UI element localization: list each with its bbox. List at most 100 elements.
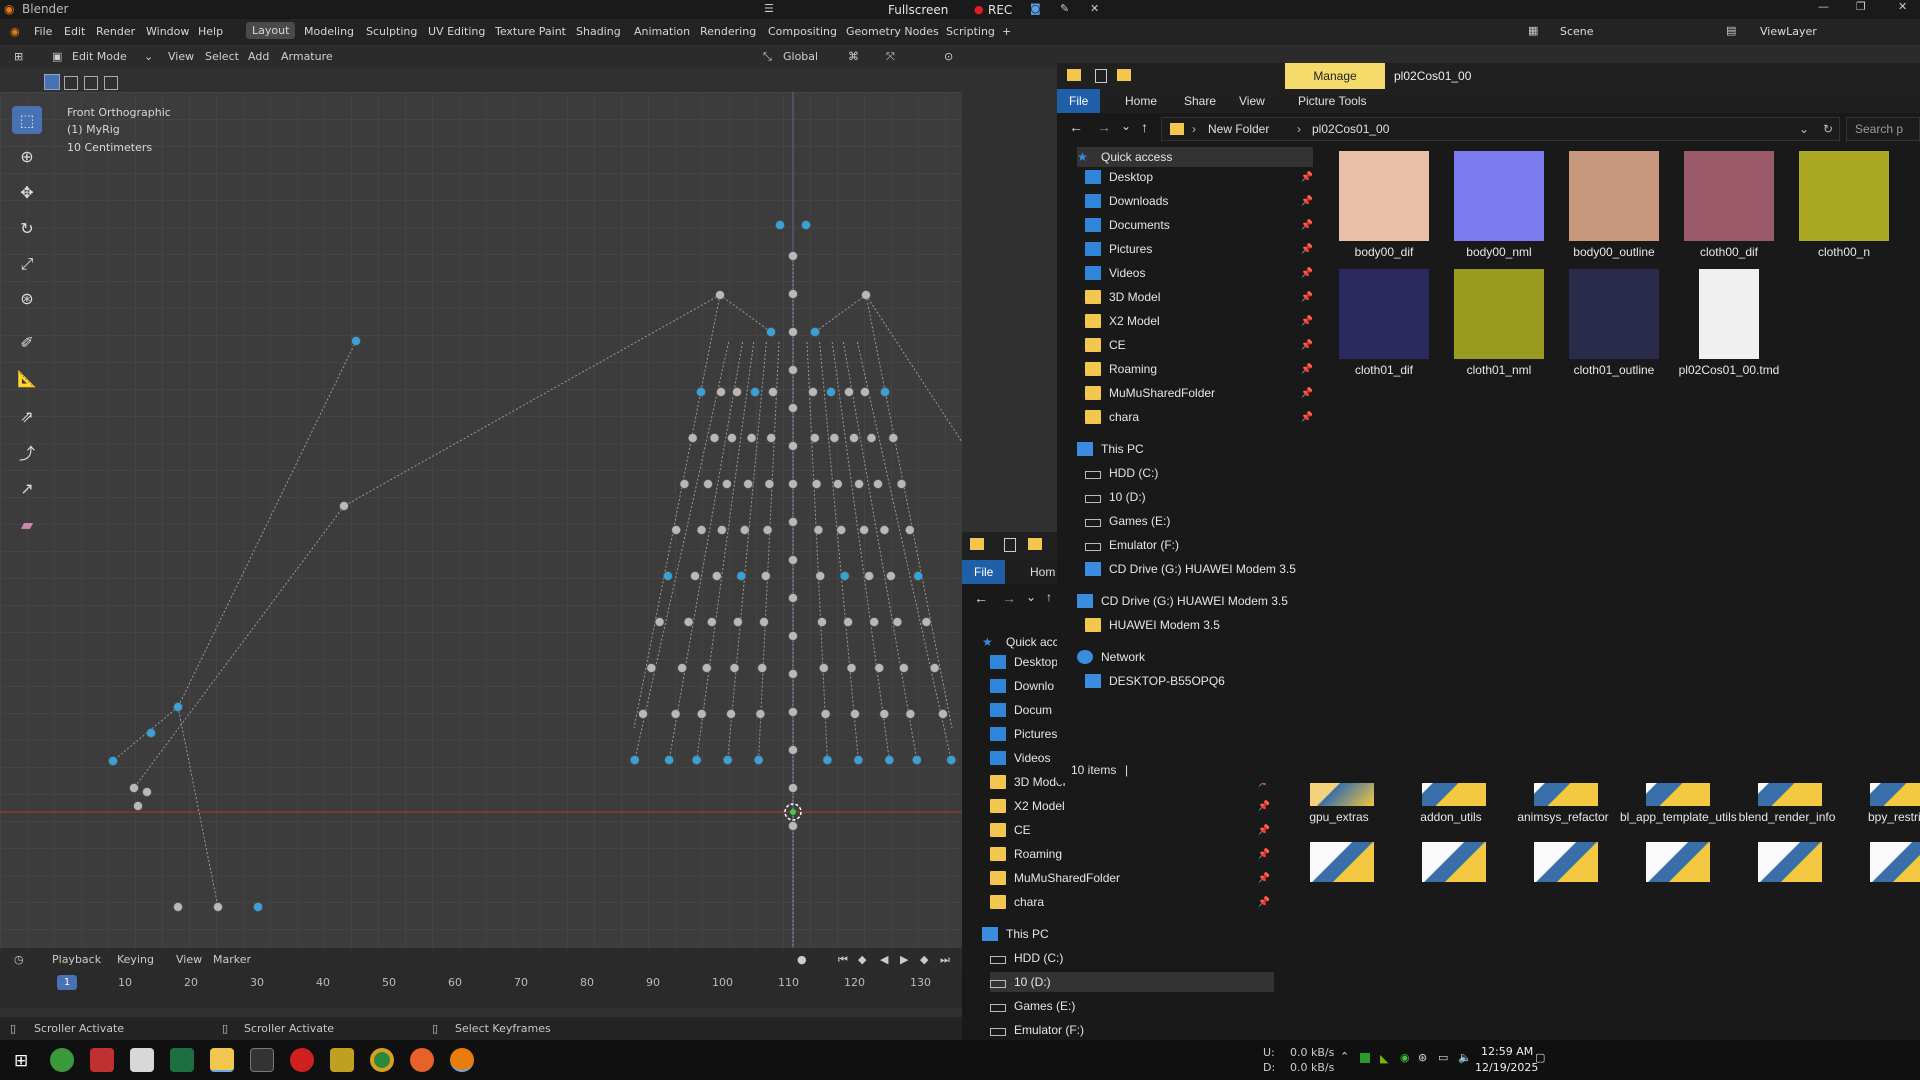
- ribbon-home-tab[interactable]: Home: [1125, 94, 1157, 108]
- 3d-viewport[interactable]: Front Orthographic (1) MyRig 10 Centimet…: [0, 92, 962, 948]
- breadcrumb-new-folder[interactable]: New Folder: [1208, 122, 1269, 136]
- bone-joint[interactable]: [788, 821, 798, 831]
- bone-joint[interactable]: [709, 433, 720, 443]
- mode-chevron-icon[interactable]: ⌄: [144, 50, 153, 63]
- back-arrow-icon[interactable]: ←: [974, 590, 988, 606]
- bone-joint[interactable]: [715, 290, 725, 300]
- bone-joint[interactable]: [173, 902, 183, 912]
- nav-item-pictures[interactable]: Pictures 📌: [1085, 239, 1317, 259]
- menu-lines-icon[interactable]: ☰: [764, 2, 774, 15]
- bone-joint[interactable]: [869, 617, 880, 627]
- bone-joint[interactable]: [849, 433, 859, 443]
- windows-start-icon[interactable]: ⊞: [14, 1051, 28, 1071]
- nav-item-videos[interactable]: Videos 📌: [1085, 263, 1317, 283]
- bone-joint[interactable]: [739, 525, 750, 535]
- address-dropdown-icon[interactable]: ⌄: [1799, 122, 1809, 136]
- excel-icon[interactable]: [170, 1048, 194, 1072]
- tray-nvidia-icon[interactable]: ◣: [1380, 1052, 1388, 1065]
- bone-joint[interactable]: [351, 336, 361, 346]
- tab-sculpting[interactable]: Sculpting: [366, 25, 417, 38]
- pivot-icon[interactable]: ⌘: [848, 50, 859, 63]
- file-thumbnail[interactable]: [1454, 151, 1544, 241]
- bone-joint[interactable]: [829, 433, 840, 443]
- blender-taskbar-icon[interactable]: [450, 1048, 474, 1072]
- current-frame-indicator[interactable]: 1: [57, 975, 77, 990]
- python-file-name[interactable]: bl_app_template_utils: [1620, 810, 1737, 824]
- file-thumbnail[interactable]: [1569, 269, 1659, 359]
- pin-icon[interactable]: 📌: [1301, 196, 1313, 207]
- tab-texture-paint[interactable]: Texture Paint: [495, 25, 566, 38]
- bone-joint[interactable]: [736, 571, 747, 581]
- python-file-name[interactable]: blend_render_info: [1732, 810, 1842, 824]
- bone-joint[interactable]: [788, 251, 798, 261]
- bone-size-tool-icon[interactable]: ⤴: [12, 438, 42, 466]
- bone-joint[interactable]: [766, 327, 776, 337]
- firefox-icon[interactable]: [410, 1048, 434, 1072]
- bone-joint[interactable]: [843, 617, 853, 627]
- pin-icon[interactable]: 📌: [1301, 316, 1313, 327]
- bone-joint[interactable]: [654, 617, 665, 627]
- bone-joint[interactable]: [753, 755, 764, 765]
- recent-chevron-icon[interactable]: ⌄: [1026, 590, 1036, 604]
- scale-tool-icon[interactable]: ⤢: [12, 250, 42, 278]
- bone-joint[interactable]: [716, 387, 726, 397]
- select-extend-icon[interactable]: [64, 76, 78, 90]
- select-new-icon[interactable]: [44, 74, 60, 90]
- bone-line[interactable]: [842, 341, 918, 761]
- bone-joint[interactable]: [670, 709, 681, 719]
- bone-joint[interactable]: [811, 479, 822, 489]
- bone-joint[interactable]: [696, 525, 707, 535]
- bone-line[interactable]: [343, 294, 721, 507]
- ribbon-share-tab[interactable]: Share: [1184, 94, 1216, 108]
- bone-joint[interactable]: [696, 387, 706, 397]
- file-thumbnail[interactable]: [1799, 151, 1889, 241]
- close-recorder-icon[interactable]: ✕: [1090, 2, 1099, 15]
- bone-joint[interactable]: [722, 479, 732, 489]
- clock-icon[interactable]: ◷: [14, 953, 24, 966]
- bone-joint[interactable]: [892, 617, 903, 627]
- calculator-icon[interactable]: [250, 1048, 274, 1072]
- scene-name[interactable]: Scene: [1560, 25, 1594, 38]
- file-thumbnail[interactable]: [1569, 151, 1659, 241]
- jump-end-icon[interactable]: ⏭: [940, 953, 950, 967]
- nav-item-x2-model[interactable]: X2 Model 📌: [1085, 311, 1317, 331]
- python-file-icon[interactable]: [1534, 842, 1598, 882]
- bone-joint[interactable]: [904, 525, 915, 535]
- bone-joint[interactable]: [866, 433, 877, 443]
- pin-icon[interactable]: 📌: [1258, 849, 1270, 860]
- bone-joint[interactable]: [727, 433, 737, 443]
- bone-joint[interactable]: [663, 571, 673, 581]
- tab-animation[interactable]: Animation: [634, 25, 690, 38]
- nav-item-documents[interactable]: Documents 📌: [1085, 215, 1317, 235]
- select-intersect-icon[interactable]: [104, 76, 118, 90]
- back-nav-item[interactable]: chara 📌: [990, 892, 1274, 912]
- bone-joint[interactable]: [905, 709, 916, 719]
- pin-icon[interactable]: 📌: [1258, 897, 1270, 908]
- prev-keyframe-icon[interactable]: ◆: [858, 953, 866, 966]
- bone-joint[interactable]: [874, 663, 885, 673]
- bone-joint[interactable]: [817, 617, 827, 627]
- bone-joint[interactable]: [818, 663, 829, 673]
- file-name[interactable]: cloth01_dif: [1329, 363, 1439, 377]
- bone-joint[interactable]: [846, 663, 857, 673]
- clock-date[interactable]: 12/19/2025: [1475, 1061, 1538, 1074]
- tray-steam-icon[interactable]: ⊛: [1418, 1051, 1427, 1064]
- tab-geometry-nodes[interactable]: Geometry Nodes: [846, 25, 939, 38]
- back-arrow-icon[interactable]: ←: [1069, 119, 1083, 135]
- qa-properties-icon[interactable]: [1095, 69, 1107, 83]
- python-file-name[interactable]: addon_utils: [1396, 810, 1506, 824]
- file-name[interactable]: body00_nml: [1444, 245, 1554, 259]
- pin-icon[interactable]: 📌: [1301, 340, 1313, 351]
- nav-item-cd-drive-g-huawei-modem-3-5[interactable]: CD Drive (G:) HUAWEI Modem 3.5: [1077, 591, 1288, 611]
- video-app-icon[interactable]: [90, 1048, 114, 1072]
- proportional-icon[interactable]: ⊙: [944, 50, 953, 63]
- maximize-icon[interactable]: ❐: [1856, 0, 1866, 13]
- bone-joint[interactable]: [646, 663, 657, 673]
- bone-joint[interactable]: [911, 755, 922, 765]
- pin-icon[interactable]: 📌: [1301, 292, 1313, 303]
- measure-tool-icon[interactable]: 📐: [12, 364, 42, 392]
- transform-orientation-select[interactable]: Global: [783, 50, 818, 63]
- bone-joint[interactable]: [729, 663, 740, 673]
- notepad-icon[interactable]: [130, 1048, 154, 1072]
- keyframe-dot-icon[interactable]: ●: [797, 953, 807, 966]
